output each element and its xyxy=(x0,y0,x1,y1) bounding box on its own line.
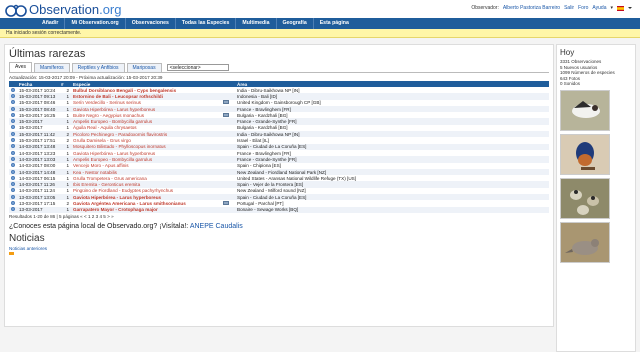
status-icon xyxy=(11,169,15,174)
status-icon xyxy=(11,144,15,149)
row-date: 13-03-2017 17:15 xyxy=(19,200,56,206)
status-icon xyxy=(11,163,15,168)
status-icon xyxy=(11,131,15,136)
stat-sounds: 0 Sonidos xyxy=(560,81,581,86)
top-bar: Observation.org Observador: Alberto Past… xyxy=(0,0,640,18)
category-tabs: Aves Mamíferos Reptiles y Anfibios Marip… xyxy=(9,62,549,73)
status-icon xyxy=(11,119,15,124)
status-icon xyxy=(11,175,15,180)
table-row[interactable]: 13-03-2017 1 Garrapatero Mayor - Crotophag… xyxy=(9,206,549,213)
status-icon xyxy=(11,200,15,205)
row-date: 13-03-2017 xyxy=(19,207,43,213)
menu-multimedia[interactable]: Multimedia xyxy=(235,18,275,29)
bird-photo-3[interactable] xyxy=(560,177,610,219)
update-info: Actualización: 15-03-2017 20:09 - Próxim… xyxy=(9,75,163,80)
status-icon xyxy=(11,182,15,187)
bird-photo-1[interactable] xyxy=(560,89,610,131)
row-date: 14-03-2017 14:48 xyxy=(19,169,56,175)
row-date: 14-03-2017 13:23 xyxy=(19,150,56,156)
row-date: 14-03-2017 08:00 xyxy=(19,163,56,169)
row-date: 15-03-2017 08:46 xyxy=(19,100,56,106)
language-dropdown-icon[interactable] xyxy=(628,6,632,10)
login-notice: Ha iniciado sesión correctamente. xyxy=(0,29,640,38)
row-date: 14-03-2017 13:03 xyxy=(19,156,56,162)
tab-butterflies[interactable]: Mariposas xyxy=(126,63,162,72)
rss-icon[interactable] xyxy=(9,251,14,255)
user-area: Observador: Alberto Pastoriza Barreiro S… xyxy=(471,5,632,11)
menu-geography[interactable]: Geografía xyxy=(275,18,313,29)
row-date: 15-03-2017 11:42 xyxy=(19,131,55,137)
row-species-link[interactable]: Garrapatero Mayor - Crotophaga major xyxy=(71,207,221,213)
menu-add[interactable]: Añadir xyxy=(36,18,64,29)
row-date: 14-03-2017 13:48 xyxy=(19,144,56,150)
row-date: 14-03-2017 11:24 xyxy=(19,188,55,194)
row-date: 15-03-2017 17:51 xyxy=(19,138,56,144)
menu-observations[interactable]: Observaciones xyxy=(124,18,175,29)
main-menu: Añadir Mi Observation.org Observaciones … xyxy=(0,18,640,29)
main-panel: Últimas rarezas Aves Mamíferos Reptiles … xyxy=(4,44,554,327)
status-icon xyxy=(11,188,15,193)
help-chevron-icon[interactable]: ▾ xyxy=(610,5,613,11)
bird-photo-4[interactable] xyxy=(560,221,610,263)
status-icon xyxy=(11,106,15,111)
row-date: 15-03-2017 10:24 xyxy=(19,87,56,93)
row-date: 15-03-2017 16:25 xyxy=(19,112,56,118)
sidebar-title: Hoy xyxy=(560,48,575,57)
binoculars-logo-icon xyxy=(5,4,27,17)
photo-icon[interactable] xyxy=(223,200,229,205)
promo-question: ¿Conoces esta página local de Observado.… xyxy=(9,222,189,230)
status-icon xyxy=(11,100,15,105)
status-icon xyxy=(11,156,15,161)
status-icon xyxy=(11,207,15,212)
menu-all-species[interactable]: Todas las Especies xyxy=(174,18,235,29)
status-icon xyxy=(11,194,15,199)
category-select[interactable]: <seleccionar> xyxy=(166,64,229,71)
row-rank: 1 xyxy=(66,207,69,213)
logo-suffix: .org xyxy=(99,2,122,17)
site-logo[interactable]: Observation.org xyxy=(5,2,122,17)
menu-this-page[interactable]: Esta página xyxy=(312,18,355,29)
promo-text: ¿Conoces esta página local de Observado.… xyxy=(9,223,549,230)
rarities-table: Fecha # Especie Área 15-03-2017 10:24 2 Bu… xyxy=(9,81,549,213)
status-icon xyxy=(11,93,15,98)
tab-mammals[interactable]: Mamíferos xyxy=(34,63,70,72)
pagination[interactable]: Resultados 1-20 de 86 | 5 páginas « < 1 … xyxy=(9,214,549,219)
user-name-link[interactable]: Alberto Pastoriza Barreiro xyxy=(503,5,560,11)
forum-link[interactable]: Foro xyxy=(578,5,588,11)
news-heading: Noticias xyxy=(9,232,45,244)
row-date: 13-03-2017 13:05 xyxy=(19,194,56,200)
status-icon xyxy=(11,87,15,92)
logo-text: Observation xyxy=(29,2,100,17)
status-icon xyxy=(11,125,15,130)
tab-birds[interactable]: Aves xyxy=(9,62,33,72)
status-icon xyxy=(11,138,15,143)
promo-link[interactable]: ANEPE Caudalis xyxy=(190,223,243,230)
row-date: 14-03-2017 06:15 xyxy=(19,175,56,181)
today-sidebar: Hoy 3331 Observaciones 5 Nuevos usuarios… xyxy=(556,44,636,352)
status-icon xyxy=(11,150,15,155)
user-label: Observador: xyxy=(471,5,499,11)
row-date: 15-03-2017 09:13 xyxy=(19,93,56,99)
flag-icon[interactable] xyxy=(617,5,624,11)
menu-my-observation[interactable]: Mi Observation.org xyxy=(64,18,124,29)
row-date: 15-03-2017 08:40 xyxy=(19,106,56,112)
logout-link[interactable]: Salir xyxy=(564,5,574,11)
row-date: 14-03-2017 11:26 xyxy=(19,182,55,188)
older-news-link[interactable]: Noticias anteriores xyxy=(9,246,549,251)
photo-icon[interactable] xyxy=(223,100,229,105)
photo-icon[interactable] xyxy=(223,112,229,117)
tab-reptiles-amphibians[interactable]: Reptiles y Anfibios xyxy=(71,63,125,72)
page-title: Últimas rarezas xyxy=(9,48,86,60)
row-area[interactable]: Bonaire - Sewage Works [BQ] xyxy=(235,207,549,213)
bird-photo-2[interactable] xyxy=(560,133,610,175)
help-link[interactable]: Ayuda xyxy=(592,5,606,11)
status-icon xyxy=(11,112,15,117)
